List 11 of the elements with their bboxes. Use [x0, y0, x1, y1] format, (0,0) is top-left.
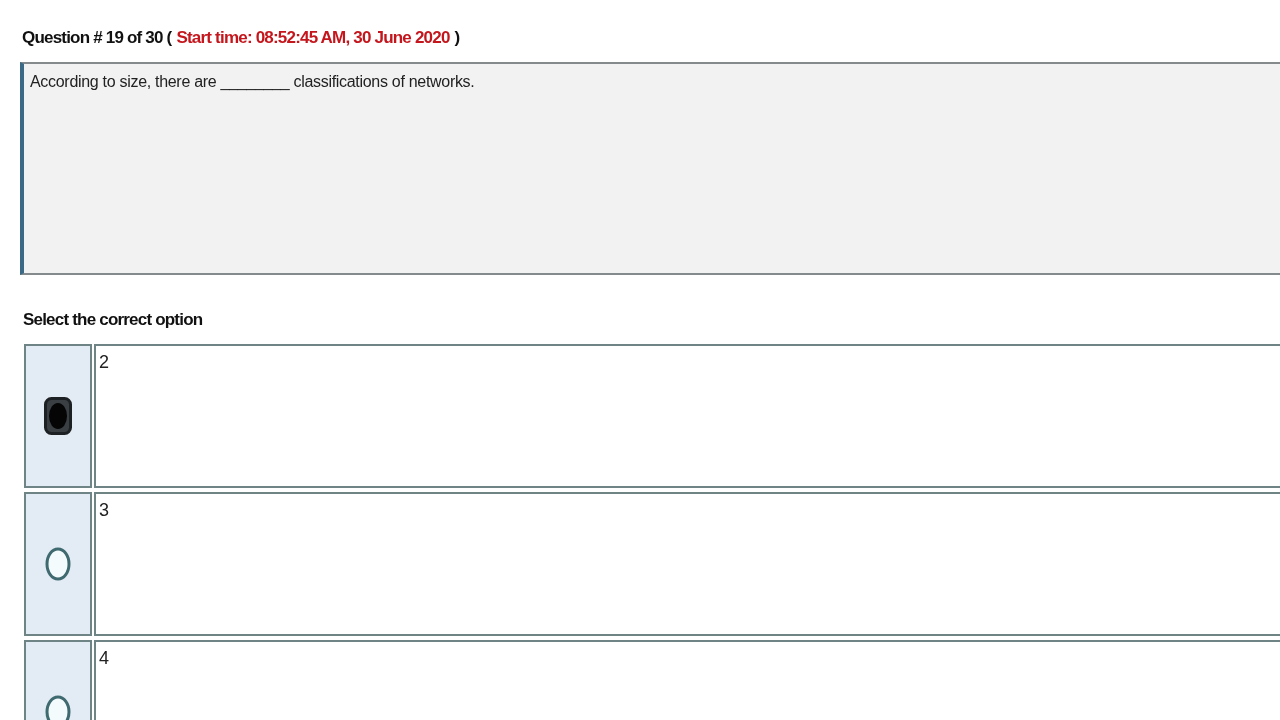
- option-label: 3: [99, 500, 109, 520]
- radio-selected-icon[interactable]: [44, 397, 72, 435]
- closing-parenthesis: ): [454, 27, 460, 49]
- option-label: 4: [99, 648, 109, 668]
- question-number: Question # 19 of 30 (: [22, 27, 172, 49]
- prompt-label: Select the correct option: [23, 309, 203, 331]
- radio-unselected-icon[interactable]: [45, 547, 71, 581]
- question-text: According to size, there are ________ classifications of networks.: [30, 72, 476, 93]
- radio-unselected-icon[interactable]: [45, 695, 71, 720]
- start-time: Start time: 08:52:45 AM, 30 June 2020: [176, 27, 450, 49]
- option-label: 2: [99, 352, 109, 372]
